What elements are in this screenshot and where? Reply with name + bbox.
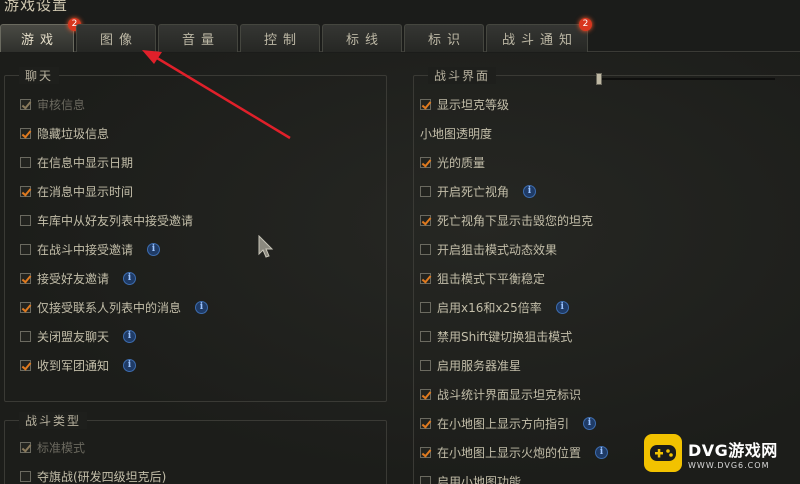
watermark: DVG游戏网 WWW.DVG6.COM xyxy=(644,430,794,476)
gamepad-logo-icon xyxy=(644,434,682,472)
annotation-arrow-icon xyxy=(142,50,291,140)
watermark-title: DVG游戏网 xyxy=(688,440,778,460)
watermark-url: WWW.DVG6.COM xyxy=(688,460,770,470)
